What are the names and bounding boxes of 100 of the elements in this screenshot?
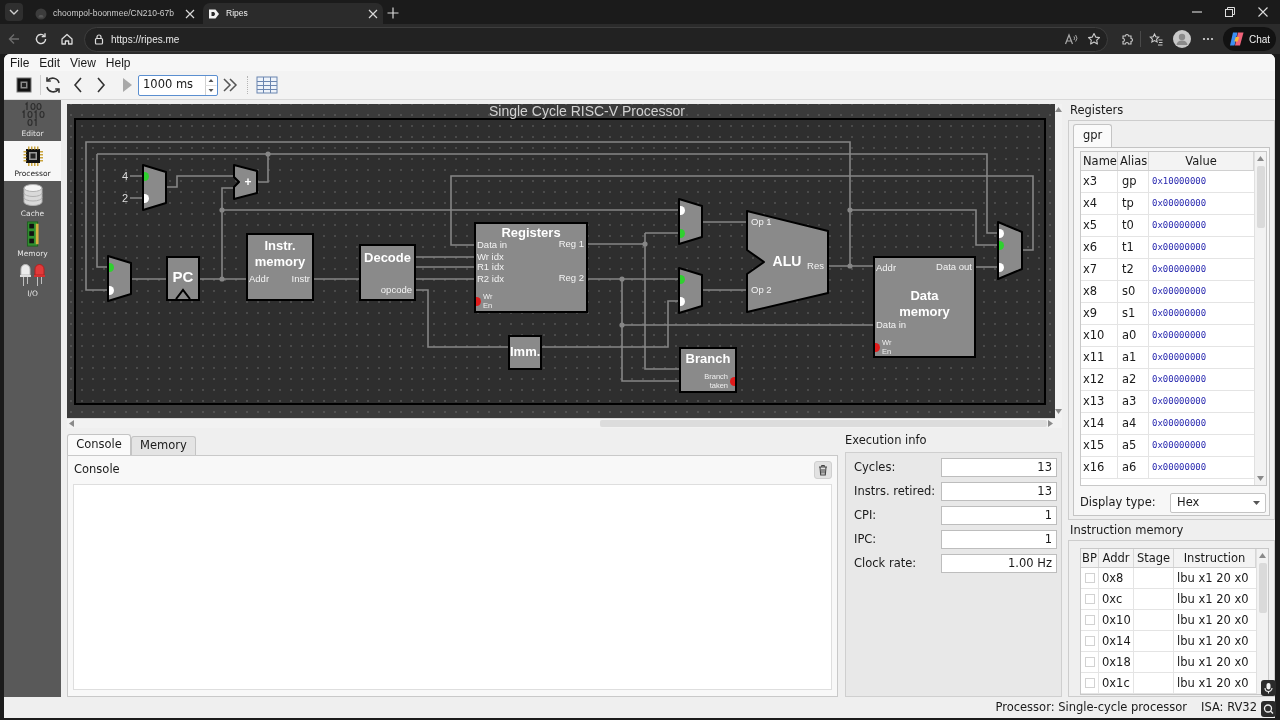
panel-tab[interactable]: Memory	[131, 436, 196, 455]
column-header[interactable]: Name	[1081, 152, 1118, 170]
chip-icon[interactable]	[14, 75, 34, 95]
spin-arrows-icon[interactable]	[205, 75, 217, 95]
breakpoint-checkbox[interactable]	[1084, 615, 1095, 625]
panel-tab[interactable]: Console	[67, 434, 131, 455]
port-label: Op 1	[751, 217, 772, 227]
display-type-dropdown[interactable]: Hex	[1170, 493, 1266, 513]
table-cell: t1	[1118, 237, 1149, 258]
led-lights-icon	[19, 263, 46, 287]
table-cell: x3	[1081, 171, 1118, 192]
table-cell: 0x14	[1099, 631, 1134, 651]
table-cell-text: lbu x1 20 x0	[1176, 612, 1250, 629]
arrow-up-icon[interactable]	[1055, 107, 1062, 112]
scrollbar-thumb[interactable]	[600, 420, 1047, 427]
database-icon	[22, 183, 43, 207]
column-header[interactable]: Stage	[1134, 549, 1174, 567]
table-cell: 0x8	[1099, 568, 1134, 588]
tab-list-button[interactable]	[5, 3, 23, 21]
close-icon[interactable]	[185, 8, 195, 19]
constant-label: 4	[120, 170, 130, 182]
table-cell-text: 0x00000000	[1151, 417, 1208, 430]
port-label: Reg 2	[558, 273, 584, 283]
column-header[interactable]: BP	[1081, 549, 1099, 567]
close-icon[interactable]	[1257, 6, 1269, 18]
port-label: Instr	[291, 274, 310, 284]
port-label: Data in	[477, 240, 508, 250]
table-cell-text: 0x00000000	[1151, 285, 1208, 298]
menu-item[interactable]: File	[5, 54, 35, 71]
arrow-up-icon[interactable]	[1259, 553, 1266, 558]
star-icon[interactable]	[1087, 32, 1101, 46]
vertical-scrollbar[interactable]	[1256, 549, 1268, 694]
block-title: Instr. memory	[253, 238, 307, 270]
scrollbar-thumb[interactable]	[1259, 563, 1267, 613]
menu-item[interactable]: View	[65, 54, 101, 71]
breakpoint-checkbox[interactable]	[1084, 657, 1095, 667]
close-icon[interactable]	[368, 8, 378, 19]
breakpoint-checkbox[interactable]	[1084, 678, 1095, 688]
block-title: Data memory	[898, 288, 951, 320]
address-bar[interactable]: https://ripes.me	[84, 26, 1108, 52]
panel-title: Execution info	[845, 432, 928, 449]
column-header[interactable]: Alias	[1118, 152, 1149, 170]
column-header[interactable]: Addr	[1099, 549, 1134, 567]
vertical-scrollbar[interactable]	[1254, 152, 1266, 485]
table-cell-text: 0x00000000	[1151, 373, 1208, 386]
port-label: Addr	[876, 263, 897, 273]
puzzle-icon[interactable]	[1120, 32, 1134, 46]
breakpoint-checkbox[interactable]	[1084, 573, 1095, 583]
arrow-right-icon[interactable]	[1048, 420, 1053, 427]
lock-icon[interactable]	[93, 33, 105, 45]
table-cell: tp	[1118, 193, 1149, 214]
table-cell-text: lbu x1 20 x0	[1176, 591, 1250, 608]
table-cell-text: 0x00000000	[1151, 307, 1208, 320]
table-icon[interactable]	[256, 76, 278, 94]
table-cell: gp	[1118, 171, 1149, 192]
table-cell: a1	[1118, 347, 1149, 368]
block-title: Imm.	[510, 344, 540, 360]
menu-item[interactable]: Edit	[34, 54, 66, 71]
port-label: Addr	[249, 274, 270, 284]
breakpoint-checkbox[interactable]	[1084, 594, 1095, 604]
arrow-left-icon[interactable]	[69, 420, 74, 427]
browser-tab[interactable]: choompol-boonmee/CN210-67b	[30, 3, 200, 24]
avatar-icon[interactable]	[1173, 30, 1191, 48]
home-icon[interactable]	[60, 32, 74, 46]
microphone-icon[interactable]	[1261, 680, 1276, 696]
table-cell-text: 0x00000000	[1151, 241, 1208, 254]
breakpoint-checkbox[interactable]	[1084, 636, 1095, 646]
table-cell: a2	[1118, 369, 1149, 390]
reset-icon[interactable]	[43, 75, 63, 95]
plus-icon[interactable]	[387, 7, 399, 19]
field-label: Instrs. retired:	[854, 482, 937, 500]
interval-spinbox[interactable]: 1000 ms	[138, 74, 218, 96]
port-label: Reg 1	[558, 239, 584, 249]
browser-tab[interactable]: Ripes	[203, 3, 383, 24]
scrollbar-thumb[interactable]	[1257, 166, 1265, 228]
chat-button[interactable]: Chat	[1223, 27, 1276, 51]
table-cell-text: lbu x1 20 x0	[1176, 675, 1250, 692]
read-aloud-icon[interactable]	[1064, 32, 1078, 46]
value-field: 13	[941, 482, 1057, 501]
table-cell: x4	[1081, 193, 1118, 214]
clear-console-button[interactable]	[814, 461, 832, 479]
register-tab[interactable]: gpr	[1073, 124, 1113, 147]
restore-icon[interactable]	[1224, 6, 1236, 18]
panel-title: Instruction memory	[1069, 522, 1185, 539]
port-label: R2 idx	[477, 274, 504, 284]
magnifier-icon[interactable]	[1261, 701, 1276, 717]
adder-label: +	[243, 176, 253, 188]
arrow-down-icon[interactable]	[1055, 409, 1062, 414]
field-label: Display type:	[1080, 494, 1157, 512]
menu-item[interactable]: Help	[100, 54, 136, 71]
table-cell-text: lbu x1 20 x0	[1176, 654, 1250, 671]
table-cell: a6	[1118, 457, 1149, 478]
back-icon[interactable]	[7, 32, 21, 46]
arrow-down-icon[interactable]	[1257, 476, 1264, 481]
refresh-icon[interactable]	[34, 32, 48, 46]
arrow-up-icon[interactable]	[1257, 156, 1264, 161]
star-list-icon[interactable]	[1149, 32, 1163, 46]
console-label: Console	[74, 461, 120, 479]
table-cell: x7	[1081, 259, 1118, 280]
table-cell: t2	[1118, 259, 1149, 280]
